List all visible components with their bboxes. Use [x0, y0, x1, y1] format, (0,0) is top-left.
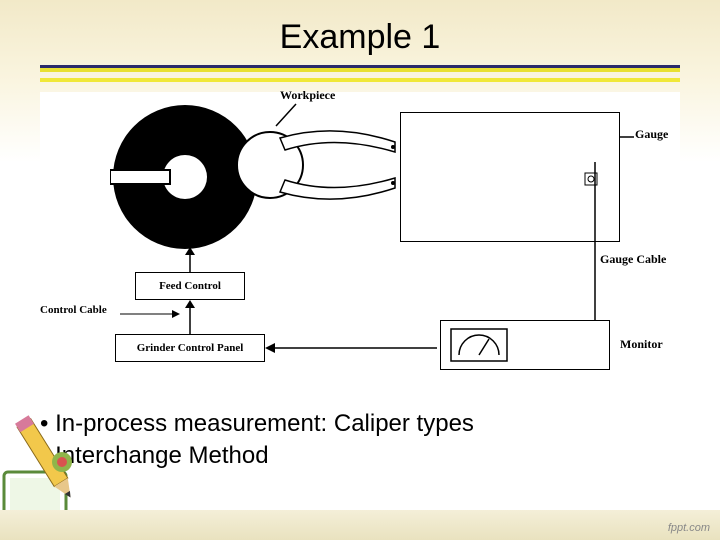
arrow-wheel-to-feed — [180, 247, 200, 275]
pencil-clipart-icon — [0, 402, 100, 522]
bullet-item: Interchange Method — [40, 440, 474, 472]
grinder-panel-box: Grinder Control Panel — [115, 334, 265, 362]
gauge-pointer — [620, 132, 640, 142]
title-divider-accent — [40, 78, 680, 82]
slide-title: Example 1 — [0, 0, 720, 65]
gauge-cable-label: Gauge Cable — [600, 252, 666, 267]
workpiece-label: Workpiece — [280, 88, 335, 103]
monitor-box — [440, 320, 610, 370]
bullet-list: In-process measurement: Caliper types In… — [40, 408, 474, 473]
control-cable-pointer — [120, 310, 180, 322]
caliper-icon — [265, 120, 405, 210]
grinder-panel-label: Grinder Control Panel — [137, 342, 244, 354]
workpiece-pointer — [272, 102, 302, 132]
arrow-feed-to-panel — [180, 300, 200, 336]
bullet-item: In-process measurement: Caliper types — [40, 408, 474, 440]
title-divider — [40, 65, 680, 72]
control-cable-label: Control Cable — [40, 304, 107, 316]
feed-control-label: Feed Control — [159, 280, 221, 292]
footer-brand: fppt.com — [668, 522, 710, 534]
arrow-monitor-to-panel — [265, 340, 440, 356]
monitor-gauge-icon — [449, 327, 509, 363]
diagram: Workpiece Gauge Gauge Cable Feed Control… — [40, 92, 680, 382]
gauge-cable-line — [585, 162, 605, 322]
footer-band — [0, 510, 720, 540]
monitor-label: Monitor — [620, 337, 663, 352]
feed-control-box: Feed Control — [135, 272, 245, 300]
gauge-label: Gauge — [635, 127, 668, 142]
